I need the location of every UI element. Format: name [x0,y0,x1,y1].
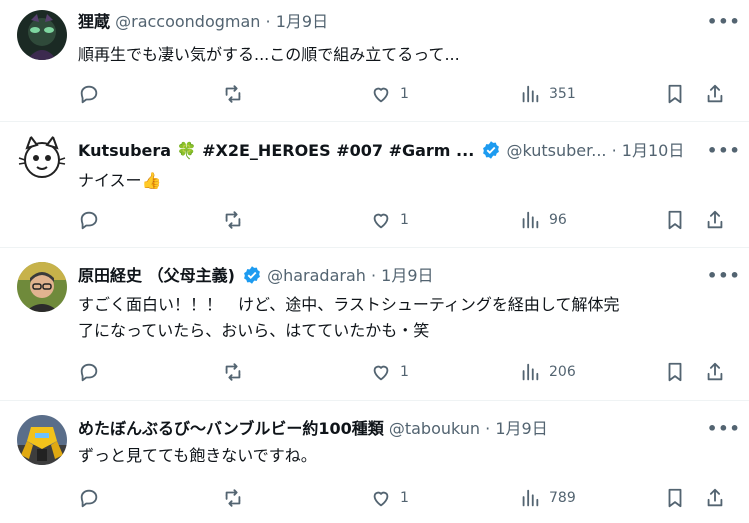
more-options-icon[interactable]: ••• [707,141,740,161]
action-bar: 1 351 [78,80,731,108]
view-count: 96 [549,212,567,228]
heart-icon [373,365,389,381]
bookmark-icon [668,488,682,508]
verified-badge-icon [483,141,500,159]
views-button[interactable]: 789 [519,484,576,512]
timestamp[interactable]: 1月9日 [276,12,328,31]
timestamp[interactable]: 1月9日 [495,419,547,438]
reply-icon [80,85,98,104]
like-count: 1 [400,364,409,380]
reply-button[interactable] [78,484,100,512]
bookmark-button[interactable] [664,358,686,386]
tweet-text: 順再生でも凄い気がする...この順で組み立てるって... [78,45,460,64]
retweet-button[interactable] [222,484,244,512]
more-options-icon[interactable]: ••• [707,419,740,439]
avatar[interactable] [17,134,67,184]
action-bar: 1 96 [78,206,731,234]
separator-dot: · [611,141,617,160]
like-button[interactable]: 1 [370,358,409,386]
reply-icon [80,211,98,230]
views-button[interactable]: 96 [519,206,567,234]
retweet-icon [225,211,241,229]
share-icon [707,362,723,381]
display-name[interactable]: 狸蔵 [78,12,110,31]
handle[interactable]: @kutsuber... [506,141,606,160]
reply-icon [80,489,98,508]
share-icon [707,84,723,103]
views-chart-icon [522,211,539,229]
timestamp[interactable]: 1月9日 [381,266,433,285]
tweet-header: 狸蔵 @raccoondogman · 1月9日 [78,10,699,34]
reply-tweet[interactable]: めたぼんぶるび～バンブルビー約100種類 @taboukun · 1月9日 ••… [0,401,749,523]
reply-tweet[interactable]: 狸蔵 @raccoondogman · 1月9日 ••• 順再生でも凄い気がする… [0,0,749,122]
handle[interactable]: @raccoondogman [115,12,260,31]
like-count: 1 [400,212,409,228]
bookmark-icon [668,362,682,382]
heart-icon [373,213,389,229]
avatar[interactable] [17,415,67,465]
retweet-icon [225,489,241,507]
views-button[interactable]: 351 [519,80,576,108]
handle[interactable]: @haradarah [267,266,366,285]
reply-tweet[interactable]: 原田経史 （父母主義) @haradarah · 1月9日 ••• すごく面白い… [0,248,749,401]
reply-tweet[interactable]: Kutsubera 🍀 #X2E_HEROES #007 #Garm ... @… [0,122,749,248]
timestamp[interactable]: 1月10日 [622,141,685,160]
reply-icon [80,363,98,382]
retweet-icon [225,85,241,103]
reply-button[interactable] [78,358,100,386]
tweet-header: めたぼんぶるび～バンブルビー約100種類 @taboukun · 1月9日 [78,417,699,441]
more-options-icon[interactable]: ••• [707,266,740,286]
separator-dot: · [370,266,377,285]
avatar[interactable] [17,10,67,60]
retweet-button[interactable] [222,80,244,108]
like-button[interactable]: 1 [370,206,409,234]
share-button[interactable] [704,206,726,234]
avatar[interactable] [17,262,67,312]
share-icon [707,210,723,229]
share-button[interactable] [704,80,726,108]
separator-dot: · [265,12,271,31]
more-options-icon[interactable]: ••• [707,12,740,32]
like-button[interactable]: 1 [370,484,409,512]
share-icon [707,488,723,507]
bookmark-button[interactable] [664,484,686,512]
heart-icon [373,491,389,507]
share-button[interactable] [704,484,726,512]
tweet-header: Kutsubera 🍀 #X2E_HEROES #007 #Garm ... @… [78,139,699,163]
like-count: 1 [400,86,409,102]
handle[interactable]: @taboukun [389,419,480,438]
view-count: 206 [549,364,576,380]
views-chart-icon [522,363,539,381]
action-bar: 1 206 [78,358,731,386]
views-chart-icon [522,489,539,507]
view-count: 351 [549,86,576,102]
views-button[interactable]: 206 [519,358,576,386]
verified-badge-icon [244,266,260,284]
heart-icon [373,87,389,103]
bookmark-button[interactable] [664,80,686,108]
like-count: 1 [400,490,409,506]
tweet-header: 原田経史 （父母主義) @haradarah · 1月9日 [78,264,699,288]
action-bar: 1 789 [78,484,731,512]
tweet-text: すごく面白い！！！ けど、途中、ラストシューティングを経由して解体完 了になって… [78,295,620,340]
bookmark-button[interactable] [664,206,686,234]
bookmark-icon [668,210,682,230]
display-name[interactable]: 原田経史 （父母主義) [78,266,235,285]
tweet-text: ナイスー👍 [78,171,162,190]
separator-dot: · [485,419,491,438]
retweet-icon [225,363,241,381]
retweet-button[interactable] [222,206,244,234]
like-button[interactable]: 1 [370,80,409,108]
view-count: 789 [549,490,576,506]
views-chart-icon [522,85,539,103]
display-name[interactable]: Kutsubera 🍀 #X2E_HEROES #007 #Garm ... [78,141,474,160]
display-name[interactable]: めたぼんぶるび～バンブルビー約100種類 [78,419,384,438]
share-button[interactable] [704,358,726,386]
tweet-text: ずっと見てても飽きないですね。 [78,446,317,465]
reply-button[interactable] [78,206,100,234]
reply-feed: 狸蔵 @raccoondogman · 1月9日 ••• 順再生でも凄い気がする… [0,0,749,523]
bookmark-icon [668,84,682,104]
reply-button[interactable] [78,80,100,108]
retweet-button[interactable] [222,358,244,386]
